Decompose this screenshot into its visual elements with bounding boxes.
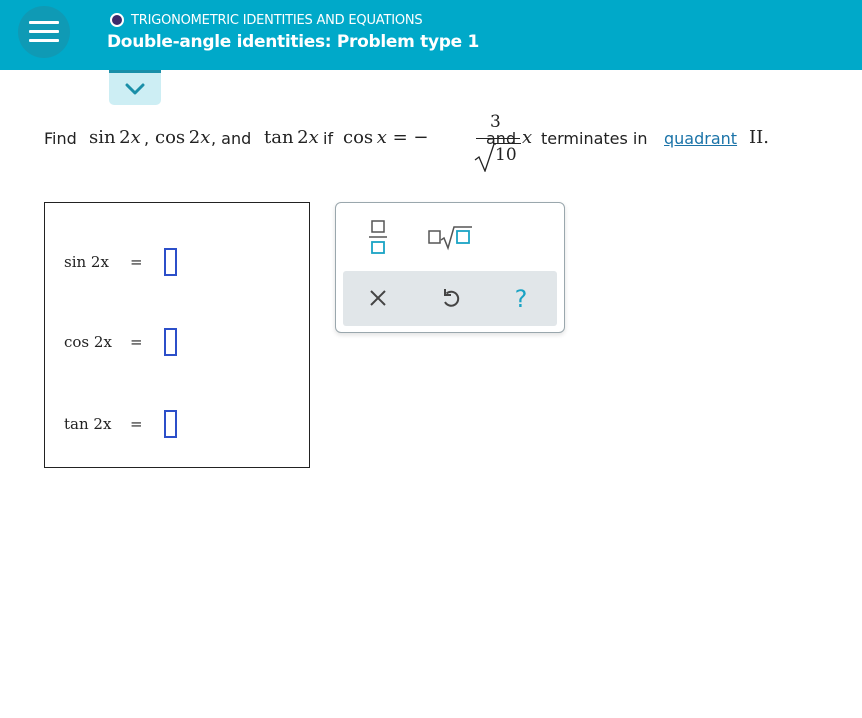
undo-icon bbox=[444, 289, 460, 307]
answer-label: sin 2x bbox=[64, 253, 109, 271]
fraction-icon bbox=[369, 220, 387, 254]
tan2x-input[interactable] bbox=[164, 410, 177, 438]
clear-icon bbox=[370, 290, 386, 306]
problem-statement: Find sin 2x , cos 2x , and tan 2x if cos… bbox=[44, 112, 844, 172]
sqrt-button[interactable] bbox=[427, 223, 473, 253]
math-tan2x: tan 2x bbox=[264, 127, 319, 148]
problem-and-text: , and bbox=[211, 129, 252, 148]
answer-panel: sin 2x = cos 2x = tan 2x = bbox=[44, 202, 310, 468]
answer-label: cos 2x bbox=[64, 333, 112, 351]
help-icon: ? bbox=[514, 285, 528, 313]
page-title: Double-angle identities: Problem type 1 bbox=[107, 32, 480, 52]
math-cos2x: cos 2x bbox=[155, 127, 211, 148]
math-cosx: cos x = − bbox=[343, 127, 429, 148]
fraction-button[interactable] bbox=[366, 218, 390, 256]
sqrt-icon bbox=[428, 226, 472, 251]
topic-title: TRIGONOMETRIC IDENTITIES AND EQUATIONS bbox=[131, 12, 423, 28]
problem-and-text-2: and bbox=[486, 129, 517, 148]
clear-button[interactable] bbox=[363, 283, 393, 313]
equals-sign: = bbox=[130, 333, 143, 351]
chevron-down-icon bbox=[125, 83, 145, 95]
menu-button[interactable] bbox=[18, 6, 70, 58]
quadrant-number: II. bbox=[749, 127, 769, 148]
hamburger-menu-icon-line bbox=[29, 30, 59, 33]
fraction-denominator: 10 bbox=[495, 145, 517, 165]
equals-sign: = bbox=[130, 415, 143, 433]
math-x: x bbox=[522, 127, 533, 148]
cos2x-input[interactable] bbox=[164, 328, 177, 356]
topic-status-icon bbox=[110, 13, 124, 27]
expand-button[interactable] bbox=[109, 70, 161, 105]
hamburger-menu-icon-line bbox=[29, 39, 59, 42]
problem-terminates-text: terminates in bbox=[541, 129, 648, 148]
math-sin2x: sin 2x bbox=[89, 127, 141, 148]
undo-button[interactable] bbox=[436, 283, 466, 313]
hamburger-menu-icon bbox=[29, 21, 59, 24]
equals-sign: = bbox=[130, 253, 143, 271]
answer-label: tan 2x bbox=[64, 415, 112, 433]
answer-row-cos: cos 2x = bbox=[64, 328, 284, 358]
math-keypad: ? bbox=[335, 202, 565, 333]
sin2x-input[interactable] bbox=[164, 248, 177, 276]
quadrant-link[interactable]: quadrant bbox=[664, 129, 737, 148]
problem-comma: , bbox=[144, 129, 150, 148]
topic-row: TRIGONOMETRIC IDENTITIES AND EQUATIONS bbox=[110, 11, 423, 29]
problem-if-text: if bbox=[323, 129, 334, 148]
help-button[interactable]: ? bbox=[506, 283, 536, 313]
answer-row-tan: tan 2x = bbox=[64, 410, 284, 440]
problem-find-text: Find bbox=[44, 129, 77, 148]
keypad-action-bar: ? bbox=[343, 271, 557, 326]
top-bar: TRIGONOMETRIC IDENTITIES AND EQUATIONS D… bbox=[0, 0, 862, 70]
answer-row-sin: sin 2x = bbox=[64, 248, 284, 278]
